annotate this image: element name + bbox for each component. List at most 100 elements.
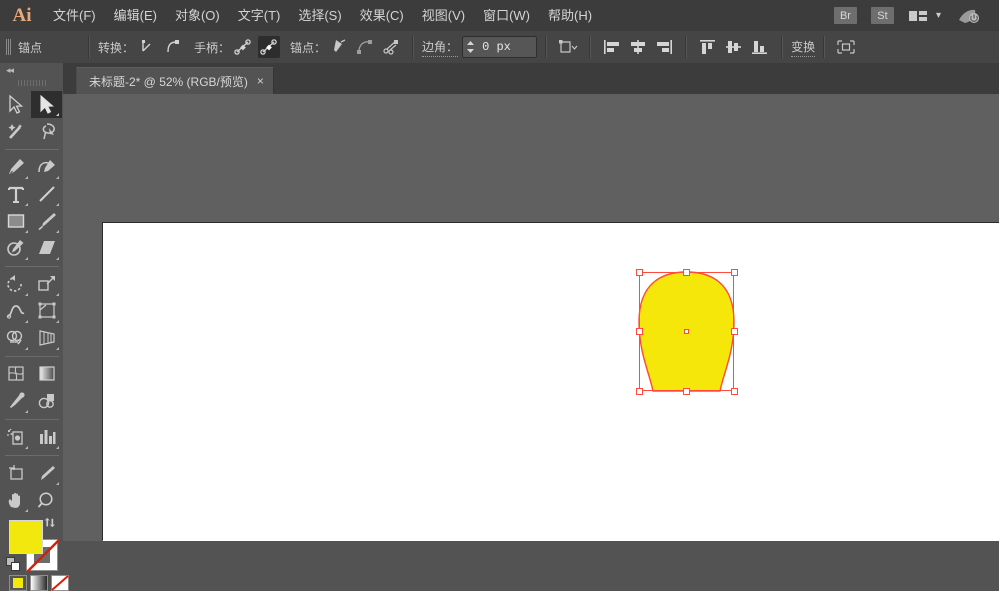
- tool-flyout-marker: [56, 257, 59, 260]
- cut-path-icon[interactable]: [380, 36, 402, 58]
- direct-selection-tool[interactable]: [31, 91, 62, 118]
- zoom-tool[interactable]: [31, 487, 62, 514]
- divider: [4, 419, 59, 420]
- show-handles-icon[interactable]: [232, 36, 254, 58]
- handle-bottom-left[interactable]: [635, 387, 643, 395]
- transform-label[interactable]: 变换: [791, 38, 816, 57]
- rectangle-tool[interactable]: [0, 208, 31, 235]
- align-bottom-icon[interactable]: [749, 36, 771, 58]
- pen-tool[interactable]: [0, 154, 31, 181]
- column-graph-tool[interactable]: [31, 424, 62, 451]
- tool-flyout-marker: [25, 257, 28, 260]
- menu-view[interactable]: 视图(V): [413, 0, 474, 31]
- symbol-sprayer-tool[interactable]: [0, 424, 31, 451]
- menu-help[interactable]: 帮助(H): [539, 0, 601, 31]
- width-tool[interactable]: [0, 298, 31, 325]
- swap-fill-stroke-icon[interactable]: [43, 517, 57, 532]
- menu-select[interactable]: 选择(S): [289, 0, 350, 31]
- hide-handles-icon[interactable]: [258, 36, 281, 58]
- transform-panel-icon[interactable]: [557, 36, 579, 58]
- chevron-down-icon[interactable]: ▾: [936, 10, 941, 21]
- document-tab-bar: 未标题-2* @ 52% (RGB/预览) ×: [63, 63, 999, 94]
- tool-flyout-marker: [56, 230, 59, 233]
- convert-to-corner-icon[interactable]: [136, 36, 158, 58]
- handle-bottom-right[interactable]: [730, 387, 738, 395]
- corner-stepper[interactable]: [463, 37, 477, 57]
- isolate-selection-icon[interactable]: [835, 36, 857, 58]
- close-icon[interactable]: ×: [257, 75, 264, 87]
- convert-to-smooth-icon[interactable]: [162, 36, 184, 58]
- menu-bar: Ai 文件(F) 编辑(E) 对象(O) 文字(T) 选择(S) 效果(C) 视…: [0, 0, 999, 31]
- handle-middle-right[interactable]: [730, 328, 738, 335]
- shape-builder-tool[interactable]: [0, 325, 31, 352]
- artboard-tool[interactable]: [0, 460, 31, 487]
- menu-type[interactable]: 文字(T): [229, 0, 290, 31]
- cc-launch-icon[interactable]: [957, 7, 981, 25]
- remove-anchor-icon[interactable]: [328, 36, 350, 58]
- stock-button[interactable]: St: [870, 7, 894, 24]
- lasso-tool[interactable]: [31, 118, 62, 145]
- tool-flyout-marker: [25, 410, 28, 413]
- handle-bottom-center[interactable]: [683, 387, 690, 395]
- slice-tool[interactable]: [31, 460, 62, 487]
- divider: [88, 36, 90, 58]
- type-tool[interactable]: [0, 181, 31, 208]
- tool-flyout-marker: [25, 203, 28, 206]
- divider: [685, 36, 688, 58]
- color-mode-button[interactable]: [9, 575, 27, 591]
- context-label: 锚点: [18, 40, 43, 55]
- shaper-tool[interactable]: [0, 235, 31, 262]
- bridge-button[interactable]: Br: [833, 7, 857, 24]
- corner-radius-value[interactable]: 0 px: [477, 40, 536, 54]
- app-logo: Ai: [12, 4, 32, 26]
- mesh-tool[interactable]: [0, 361, 31, 388]
- divider: [823, 36, 826, 58]
- align-top-icon[interactable]: [697, 36, 719, 58]
- free-transform-tool[interactable]: [31, 298, 62, 325]
- handle-middle-left[interactable]: [635, 328, 643, 335]
- curvature-tool[interactable]: [31, 154, 62, 181]
- menu-edit[interactable]: 编辑(E): [105, 0, 166, 31]
- tool-flyout-marker: [56, 113, 59, 116]
- divider: [4, 266, 59, 267]
- magic-wand-tool[interactable]: [0, 118, 31, 145]
- line-segment-tool[interactable]: [31, 181, 62, 208]
- handle-top-center[interactable]: [683, 268, 690, 276]
- align-center-vertical-icon[interactable]: [723, 36, 745, 58]
- gradient-mode-button[interactable]: [30, 575, 48, 591]
- paintbrush-tool[interactable]: [31, 208, 62, 235]
- align-center-horizontal-icon[interactable]: [627, 36, 649, 58]
- none-mode-button[interactable]: [51, 575, 69, 591]
- canvas-area[interactable]: [63, 94, 999, 541]
- color-mode-swatch: [13, 578, 23, 588]
- align-left-icon[interactable]: [601, 36, 623, 58]
- rotate-tool[interactable]: [0, 271, 31, 298]
- options-bar-gripper[interactable]: [6, 39, 11, 55]
- tools-panel-gripper[interactable]: [17, 80, 46, 86]
- scale-tool[interactable]: [31, 271, 62, 298]
- handle-top-right[interactable]: [730, 268, 738, 276]
- anchor-label: 锚点：: [290, 40, 327, 55]
- selection-tool[interactable]: [0, 91, 31, 118]
- blend-tool[interactable]: [31, 388, 62, 415]
- document-tab[interactable]: 未标题-2* @ 52% (RGB/预览) ×: [76, 67, 274, 94]
- menu-file[interactable]: 文件(F): [44, 0, 105, 31]
- menu-object[interactable]: 对象(O): [166, 0, 229, 31]
- handle-top-left[interactable]: [635, 268, 643, 276]
- align-right-icon[interactable]: [653, 36, 675, 58]
- corner-radius-field[interactable]: 0 px: [462, 36, 538, 58]
- gradient-tool[interactable]: [31, 361, 62, 388]
- collapse-panel-icon[interactable]: ◂◂: [6, 65, 14, 76]
- default-fill-stroke-icon[interactable]: [6, 557, 21, 577]
- fill-swatch[interactable]: [9, 520, 43, 554]
- hand-tool[interactable]: [0, 487, 31, 514]
- divider: [412, 36, 415, 58]
- eyedropper-tool[interactable]: [0, 388, 31, 415]
- perspective-grid-tool[interactable]: [31, 325, 62, 352]
- connect-anchors-icon[interactable]: [354, 36, 376, 58]
- menu-window[interactable]: 窗口(W): [474, 0, 539, 31]
- arrange-documents-icon[interactable]: [908, 9, 928, 23]
- selected-shape[interactable]: [63, 94, 999, 541]
- eraser-tool[interactable]: [31, 235, 62, 262]
- menu-effect[interactable]: 效果(C): [351, 0, 413, 31]
